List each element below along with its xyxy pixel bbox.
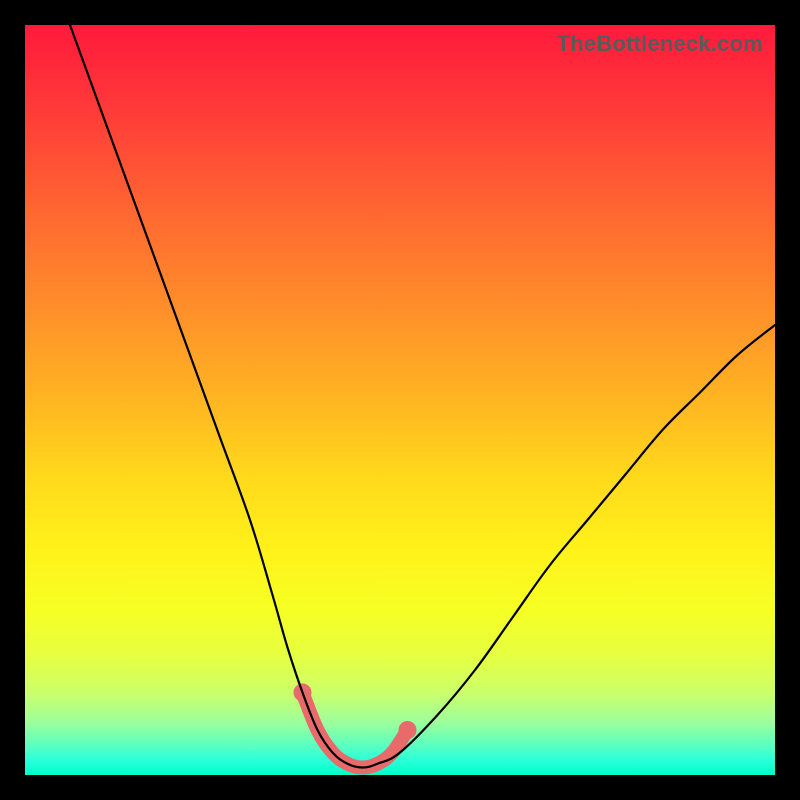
highlight-end-dot: [399, 721, 417, 739]
chart-frame: TheBottleneck.com: [0, 0, 800, 800]
plot-area: TheBottleneck.com: [25, 25, 775, 775]
curve-layer: [25, 25, 775, 775]
bottleneck-curve: [70, 25, 775, 768]
